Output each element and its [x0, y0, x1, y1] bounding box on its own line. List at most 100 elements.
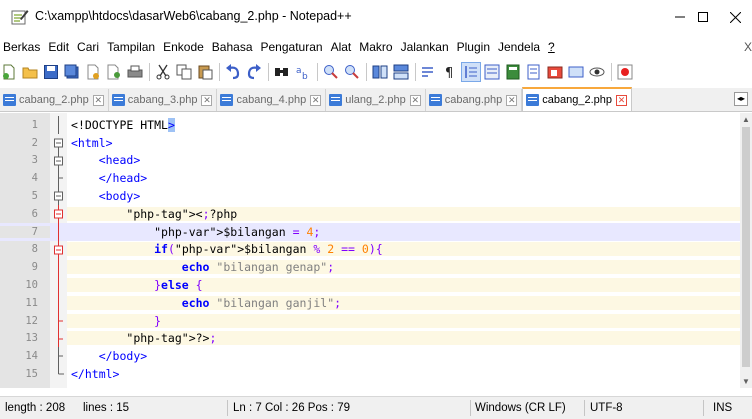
- code-text: }else {: [67, 278, 740, 293]
- line-number: 5: [31, 190, 38, 203]
- find-button[interactable]: [273, 63, 291, 81]
- tab-bar: cabang_2.php ✕ cabang_3.php ✕ cabang_4.p…: [0, 87, 752, 112]
- file-icon: [111, 94, 125, 106]
- fold-toggle-icon[interactable]: [50, 240, 67, 259]
- file-icon: [428, 94, 442, 106]
- notepad-plus-plus-icon: [11, 10, 29, 25]
- close-file-button[interactable]: [84, 63, 102, 81]
- code-line[interactable]: 12 }: [0, 311, 740, 330]
- menu-alat[interactable]: Alat: [327, 40, 356, 54]
- user-language-button[interactable]: [483, 63, 501, 81]
- menu-bar: Berkas Edit Cari Tampilan Enkode Bahasa …: [0, 37, 752, 57]
- zoom-out-button[interactable]: [343, 63, 361, 81]
- fold-toggle-icon[interactable]: [50, 134, 67, 152]
- menu-enkode[interactable]: Enkode: [159, 40, 208, 54]
- tab-close-icon[interactable]: ✕: [616, 94, 627, 106]
- code-text: if("php-var">$bilangan % 2 == 0){: [67, 242, 740, 257]
- close-all-button[interactable]: [105, 63, 123, 81]
- code-line[interactable]: 15 </html>: [0, 365, 740, 383]
- copy-button[interactable]: [175, 63, 193, 81]
- tab-cabang-2[interactable]: cabang_2.php ✕: [0, 89, 109, 111]
- close-file-icon: [87, 64, 99, 80]
- paste-button[interactable]: [196, 63, 214, 81]
- status-mode[interactable]: INS: [713, 402, 732, 414]
- save-all-button[interactable]: [63, 63, 81, 81]
- menu-edit[interactable]: Edit: [44, 40, 73, 54]
- code-line[interactable]: 1 <!DOCTYPE HTML>: [0, 116, 740, 134]
- code-line[interactable]: 10 }else {: [0, 276, 740, 295]
- code-line[interactable]: 7 "php-var">$bilangan = 4;: [0, 222, 740, 241]
- undo-button[interactable]: [224, 63, 242, 81]
- close-all-icon: [107, 64, 120, 80]
- folder-workspace-button[interactable]: [546, 63, 564, 81]
- monitoring-button[interactable]: [588, 63, 606, 81]
- print-button[interactable]: [126, 63, 144, 81]
- fold-toggle-icon[interactable]: [50, 151, 67, 170]
- menu-tampilan[interactable]: Tampilan: [103, 40, 159, 54]
- scroll-up-icon[interactable]: ▲: [742, 115, 750, 124]
- word-wrap-button[interactable]: [420, 63, 438, 81]
- code-editor[interactable]: 1 <!DOCTYPE HTML> 2 <html> 3 <head> 4 </head>…: [0, 113, 752, 388]
- status-encoding[interactable]: UTF-8: [590, 402, 623, 414]
- code-line[interactable]: 2 <html>: [0, 134, 740, 152]
- menu-makro[interactable]: Makro: [355, 40, 396, 54]
- open-file-icon: [22, 67, 38, 79]
- menu-help[interactable]: ?: [544, 40, 559, 54]
- function-list-button[interactable]: [525, 63, 543, 81]
- tab-scroll-arrows[interactable]: ◂▸: [734, 92, 748, 106]
- sync-horizontal-button[interactable]: [392, 63, 410, 81]
- menu-berkas[interactable]: Berkas: [3, 40, 44, 54]
- code-line[interactable]: 3 <head>: [0, 151, 740, 170]
- code-line[interactable]: 4 </head>: [0, 169, 740, 188]
- fold-toggle-icon[interactable]: [50, 204, 67, 223]
- scroll-thumb[interactable]: [742, 127, 750, 367]
- tab-close-icon[interactable]: ✕: [310, 94, 322, 106]
- new-file-button[interactable]: [0, 63, 18, 81]
- menu-jalankan[interactable]: Jalankan: [397, 40, 453, 54]
- indent-guide-button[interactable]: [461, 62, 481, 82]
- fold-line: [50, 329, 67, 348]
- tab-cabang-4[interactable]: cabang_4.php ✕: [217, 89, 327, 111]
- code-line[interactable]: 8 if("php-var">$bilangan % 2 == 0){: [0, 240, 740, 259]
- menu-plugin[interactable]: Plugin: [453, 40, 494, 54]
- code-line[interactable]: 11 echo "bilangan ganjil";: [0, 293, 740, 312]
- menu-overflow[interactable]: X: [740, 40, 752, 54]
- code-text: </html>: [71, 367, 120, 382]
- redo-button[interactable]: [245, 63, 263, 81]
- line-number: 13: [25, 332, 38, 345]
- doc-map-button[interactable]: [504, 63, 522, 81]
- zoom-in-button[interactable]: [322, 63, 340, 81]
- cut-button[interactable]: [154, 63, 172, 81]
- show-all-chars-button[interactable]: ¶: [441, 63, 459, 81]
- replace-button[interactable]: ab: [294, 63, 312, 81]
- record-macro-button[interactable]: [616, 63, 634, 81]
- menu-cari[interactable]: Cari: [73, 40, 103, 54]
- code-line[interactable]: 6 "php-tag"><;?php: [0, 204, 740, 223]
- tab-close-icon[interactable]: ✕: [409, 94, 421, 106]
- vertical-scrollbar[interactable]: ▲ ▼: [740, 113, 752, 388]
- tab-close-icon[interactable]: ✕: [506, 94, 518, 106]
- code-line[interactable]: 14 </body>: [0, 347, 740, 366]
- fold-line: [50, 258, 67, 277]
- tab-cabang[interactable]: cabang.php ✕: [425, 89, 523, 111]
- menu-jendela[interactable]: Jendela: [494, 40, 544, 54]
- open-file-button[interactable]: [21, 63, 39, 81]
- tab-close-icon[interactable]: ✕: [92, 94, 104, 106]
- code-line[interactable]: 5 <body>: [0, 187, 740, 206]
- code-line[interactable]: 13 "php-tag">?>;: [0, 329, 740, 348]
- tab-close-icon[interactable]: ✕: [201, 94, 213, 106]
- save-all-icon: [64, 64, 79, 79]
- save-button[interactable]: [42, 63, 60, 81]
- code-line[interactable]: 9 echo "bilangan genap";: [0, 258, 740, 277]
- status-eol[interactable]: Windows (CR LF): [475, 402, 566, 414]
- menu-bahasa[interactable]: Bahasa: [208, 40, 257, 54]
- scroll-down-icon[interactable]: ▼: [742, 377, 750, 386]
- menu-pengaturan[interactable]: Pengaturan: [257, 40, 327, 54]
- tab-cabang-2-active[interactable]: cabang_2.php ✕: [522, 87, 632, 111]
- tab-cabang-3[interactable]: cabang_3.php ✕: [108, 89, 218, 111]
- panel-button[interactable]: [567, 63, 585, 81]
- close-button[interactable]: [718, 0, 752, 34]
- tab-ulang-2[interactable]: ulang_2.php ✕: [326, 89, 426, 111]
- fold-toggle-icon[interactable]: [50, 187, 67, 206]
- sync-vertical-button[interactable]: [371, 63, 389, 81]
